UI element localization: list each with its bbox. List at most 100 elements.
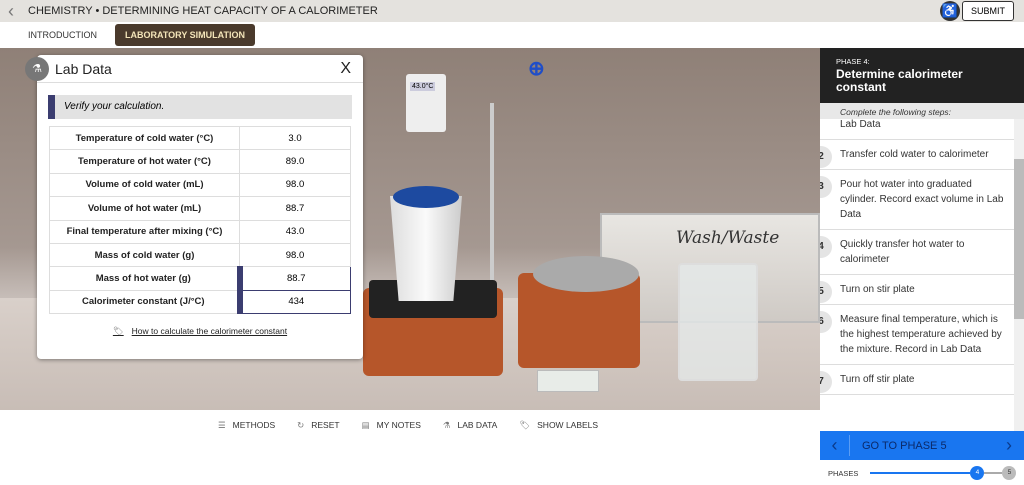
tab-bar: INTRODUCTION LABORATORY SIMULATION bbox=[0, 22, 1024, 48]
tab-laboratory-simulation[interactable]: LABORATORY SIMULATION bbox=[115, 24, 255, 46]
top-bar: ‹ CHEMISTRY • DETERMINING HEAT CAPACITY … bbox=[0, 0, 1024, 22]
step-text: Quickly transfer hot water to calorimete… bbox=[840, 239, 965, 265]
show-labels-button[interactable]: 🏷 SHOW LABELS bbox=[519, 420, 598, 431]
row-label: Volume of hot water (mL) bbox=[49, 196, 240, 221]
step-number: 4 bbox=[820, 236, 832, 258]
hot-water-mass-input[interactable]: 88.7 bbox=[236, 266, 351, 291]
reset-button[interactable]: ↻ RESET bbox=[297, 420, 339, 431]
row-label: Temperature of hot water (°C) bbox=[49, 149, 240, 174]
lab-data-table: Temperature of cold water (°C) 3.0 Temper… bbox=[49, 125, 351, 315]
notes-label: MY NOTES bbox=[376, 420, 421, 430]
methods-button[interactable]: ☰ METHODS bbox=[218, 420, 275, 431]
row-value: 98.0 bbox=[239, 242, 351, 268]
steps-list[interactable]: Lab Data 2 Transfer cold water to calorim… bbox=[820, 119, 1014, 431]
balance-plate bbox=[533, 256, 639, 292]
row-value: 43.0 bbox=[239, 219, 351, 244]
next-phase-label: GO TO PHASE 5 bbox=[862, 439, 947, 452]
table-row: Temperature of cold water (°C) 3.0 bbox=[49, 125, 351, 151]
row-label: Final temperature after mixing (°C) bbox=[49, 219, 240, 244]
back-chevron-icon[interactable]: ‹ bbox=[0, 1, 22, 22]
list-item: 7 Turn off stir plate bbox=[820, 365, 1014, 395]
row-value: 3.0 bbox=[239, 125, 351, 151]
submit-button[interactable]: SUBMIT bbox=[961, 1, 1014, 21]
table-row: Temperature of hot water (°C) 89.0 bbox=[49, 149, 351, 174]
chevron-right-icon[interactable]: › bbox=[994, 435, 1024, 456]
phase-sidebar: PHASE 4: Determine calorimeter constant C… bbox=[820, 48, 1024, 485]
step-text: Turn on stir plate bbox=[840, 284, 915, 295]
thermometer-reading: 43.0°C bbox=[410, 82, 436, 91]
steps-scrollbar[interactable] bbox=[1014, 119, 1024, 431]
step-text: Measure final temperature, which is the … bbox=[840, 314, 1002, 355]
list-item: 5 Turn on stir plate bbox=[820, 275, 1014, 305]
help-link-text[interactable]: How to calculate the calorimeter constan… bbox=[132, 326, 287, 336]
page-title: CHEMISTRY • DETERMINING HEAT CAPACITY OF… bbox=[28, 5, 378, 17]
table-row: Volume of cold water (mL) 98.0 bbox=[49, 172, 351, 198]
close-button[interactable]: X bbox=[340, 60, 351, 78]
beaker[interactable] bbox=[678, 263, 758, 381]
lab-data-label: LAB DATA bbox=[457, 420, 498, 430]
stir-plate-1[interactable] bbox=[363, 280, 503, 376]
notes-icon: ▤ bbox=[361, 420, 370, 430]
tag-icon: 🏷 bbox=[519, 420, 531, 430]
steps-label: Complete the following steps: bbox=[820, 103, 1024, 119]
table-row: Volume of hot water (mL) 88.7 bbox=[49, 196, 351, 221]
reset-icon: ↻ bbox=[297, 420, 305, 430]
phases-label: PHASES bbox=[828, 468, 859, 478]
calorimeter-cup[interactable] bbox=[390, 196, 462, 301]
panel-title: Lab Data bbox=[55, 60, 112, 77]
row-label: Mass of hot water (g) bbox=[49, 266, 240, 291]
calorimeter-lid bbox=[393, 186, 459, 208]
tag-icon: 🏷 bbox=[112, 326, 124, 337]
calorimeter-constant-input[interactable]: 434 bbox=[236, 289, 351, 315]
phase-title: Determine calorimeter constant bbox=[836, 67, 963, 94]
list-item: 6 Measure final temperature, which is the… bbox=[820, 305, 1014, 365]
bottom-toolbar: ☰ METHODS ↻ RESET ▤ MY NOTES ⚗ LAB DATA 🏷 SHO… bbox=[0, 410, 820, 485]
row-value: 88.7 bbox=[239, 196, 351, 221]
show-labels-label: SHOW LABELS bbox=[537, 420, 599, 430]
step-number: 5 bbox=[820, 281, 832, 303]
my-notes-button[interactable]: ▤ MY NOTES bbox=[362, 420, 421, 431]
step-number: 6 bbox=[820, 311, 832, 333]
methods-label: METHODS bbox=[232, 420, 276, 430]
reset-label: RESET bbox=[311, 420, 340, 430]
stir-bar-tray[interactable] bbox=[537, 370, 599, 392]
row-value: 89.0 bbox=[239, 149, 351, 174]
phase-dot-current[interactable]: 4 bbox=[970, 466, 985, 480]
accessibility-icon[interactable]: ♿ bbox=[940, 1, 960, 21]
chevron-left-icon[interactable]: ‹ bbox=[820, 435, 850, 456]
step-text: Transfer cold water to calorimeter bbox=[840, 149, 989, 160]
step-text: Lab Data bbox=[840, 119, 881, 130]
ring-stand[interactable] bbox=[490, 103, 494, 303]
row-label: Calorimeter constant (J/°C) bbox=[49, 289, 240, 315]
step-text: Pour hot water into graduated cylinder. … bbox=[840, 179, 1004, 220]
lab-data-panel: ⚗ Lab Data X Verify your calculation. Temp… bbox=[25, 55, 363, 359]
table-row: Mass of cold water (g) 98.0 bbox=[49, 242, 351, 268]
table-row: Mass of hot water (g) 88.7 bbox=[49, 266, 351, 291]
sink-label: Wash/Waste bbox=[676, 228, 780, 248]
list-icon: ☰ bbox=[218, 420, 226, 430]
phase-number: PHASE 4: bbox=[836, 57, 870, 66]
flask-icon: ⚗ bbox=[25, 57, 49, 81]
list-item: Lab Data bbox=[820, 119, 1014, 140]
help-link[interactable]: 🏷 How to calculate the calorimeter consta… bbox=[37, 326, 363, 337]
row-value: 98.0 bbox=[239, 172, 351, 198]
go-to-next-phase-button[interactable]: ‹ GO TO PHASE 5 › bbox=[820, 431, 1024, 460]
step-number: 3 bbox=[820, 176, 832, 198]
step-text: Turn off stir plate bbox=[840, 374, 915, 385]
list-item: 3 Pour hot water into graduated cylinder.… bbox=[820, 170, 1014, 230]
table-row: Calorimeter constant (J/°C) 434 bbox=[49, 289, 351, 315]
zoom-in-icon[interactable]: ⊕ bbox=[528, 56, 545, 81]
lab-data-button[interactable]: ⚗ LAB DATA bbox=[443, 420, 497, 431]
thermometer[interactable]: 43.0°C bbox=[406, 74, 446, 132]
step-number: 2 bbox=[820, 146, 832, 168]
table-row: Final temperature after mixing (°C) 43.0 bbox=[49, 219, 351, 244]
list-item: 2 Transfer cold water to calorimeter bbox=[820, 140, 1014, 170]
step-number: 7 bbox=[820, 371, 832, 393]
phase-dot-5[interactable]: 5 bbox=[1002, 466, 1017, 480]
list-item: 4 Quickly transfer hot water to calorimet… bbox=[820, 230, 1014, 275]
tab-introduction[interactable]: INTRODUCTION bbox=[18, 24, 107, 46]
row-label: Temperature of cold water (°C) bbox=[49, 125, 240, 151]
flask-icon: ⚗ bbox=[442, 420, 451, 430]
row-label: Volume of cold water (mL) bbox=[49, 172, 240, 198]
verify-notice: Verify your calculation. bbox=[48, 95, 352, 119]
